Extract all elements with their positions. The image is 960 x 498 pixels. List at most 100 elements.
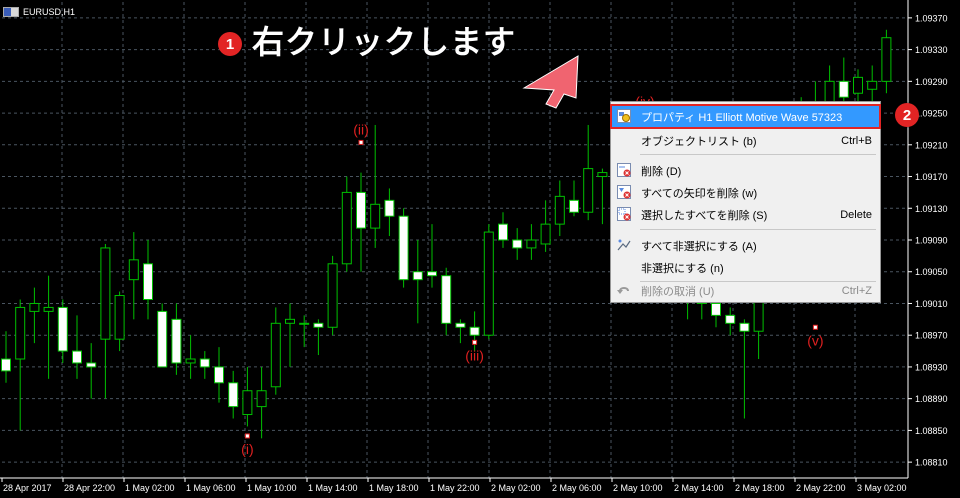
delete-selected-icon bbox=[617, 207, 631, 221]
y-tick-label: 1.08810 bbox=[915, 458, 948, 468]
candle bbox=[554, 195, 565, 225]
candle bbox=[441, 275, 452, 324]
y-tick-label: 1.08970 bbox=[915, 331, 948, 341]
candle bbox=[185, 358, 196, 364]
candle bbox=[15, 306, 26, 360]
menu-item-delete[interactable]: 削除 (D) bbox=[612, 160, 879, 181]
candle bbox=[370, 203, 381, 229]
candle bbox=[72, 350, 82, 364]
candle bbox=[526, 239, 537, 249]
candle bbox=[157, 310, 168, 368]
menu-separator bbox=[640, 229, 876, 230]
step-1-instruction: 右クリックします bbox=[252, 24, 517, 60]
candle bbox=[483, 231, 494, 336]
candle bbox=[256, 390, 267, 408]
pointer-arrow-icon bbox=[522, 55, 579, 109]
chart-window[interactable]: 1.09370 1.09330 1.09290 1.09250 1.09210 1.091… bbox=[0, 0, 960, 498]
symbol-flag-icon bbox=[3, 7, 19, 17]
candle bbox=[171, 318, 182, 364]
candle bbox=[327, 263, 338, 328]
candle bbox=[356, 191, 366, 229]
properties-icon bbox=[617, 109, 631, 123]
candle bbox=[412, 271, 423, 281]
menu-item-object-list-shortcut: Ctrl+B bbox=[841, 134, 872, 147]
candle bbox=[341, 191, 352, 265]
candle bbox=[114, 295, 125, 340]
wave-point bbox=[244, 433, 250, 439]
menu-item-delete-label: 削除 (D) bbox=[641, 165, 682, 178]
x-tick-label: 1 May 14:00 bbox=[308, 483, 358, 493]
candle bbox=[725, 314, 736, 324]
candle bbox=[597, 172, 608, 178]
y-tick-label: 1.09010 bbox=[915, 299, 948, 309]
menu-item-delete-selected[interactable]: 選択したすべてを削除 (S) Delete bbox=[612, 204, 879, 225]
y-tick-label: 1.09130 bbox=[915, 204, 948, 214]
menu-item-object-list[interactable]: オブジェクトリスト (b) Ctrl+B bbox=[612, 130, 879, 151]
candle bbox=[199, 358, 210, 368]
candle bbox=[838, 80, 849, 98]
x-tick-label: 2 May 10:00 bbox=[613, 483, 663, 493]
candle bbox=[228, 382, 239, 408]
step-2-number: 2 bbox=[902, 106, 912, 124]
menu-item-unselect[interactable]: 非選択にする (n) bbox=[612, 257, 879, 278]
menu-item-delete-arrows[interactable]: すべての矢印を削除 (w) bbox=[612, 182, 879, 203]
candle bbox=[242, 390, 253, 416]
candle bbox=[498, 223, 508, 241]
wave-label: (i) bbox=[241, 441, 253, 457]
candle bbox=[313, 322, 324, 328]
menu-item-object-list-label: オブジェクトリスト (b) bbox=[641, 135, 757, 148]
candle bbox=[711, 302, 721, 316]
undo-icon bbox=[617, 283, 631, 297]
candle bbox=[100, 247, 111, 340]
wave-label: (ii) bbox=[353, 121, 369, 137]
x-tick-label: 28 Apr 22:00 bbox=[64, 483, 115, 493]
x-tick-label: 1 May 02:00 bbox=[125, 483, 175, 493]
candle bbox=[739, 322, 750, 332]
candle bbox=[214, 366, 224, 384]
wave-label: (iii) bbox=[465, 347, 484, 363]
candle bbox=[285, 318, 295, 324]
candle bbox=[512, 239, 523, 249]
menu-item-unselect-all[interactable]: すべて非選択にする (A) bbox=[612, 235, 879, 256]
y-tick-label: 1.09090 bbox=[915, 236, 948, 246]
candle bbox=[469, 326, 480, 336]
wave-label: (v) bbox=[807, 332, 823, 348]
x-tick-label: 3 May 02:00 bbox=[857, 483, 907, 493]
candle bbox=[43, 306, 54, 312]
unselect-icon bbox=[617, 238, 631, 252]
candle bbox=[867, 80, 878, 90]
x-tick-label: 1 May 22:00 bbox=[430, 483, 480, 493]
symbol-title-text: EURUSD,H1 bbox=[23, 7, 76, 17]
delete-icon bbox=[617, 163, 631, 177]
x-tick-label: 2 May 14:00 bbox=[674, 483, 724, 493]
candle bbox=[455, 322, 466, 328]
menu-item-unselect-label: 非選択にする (n) bbox=[641, 262, 724, 275]
menu-item-delete-selected-label: 選択したすべてを削除 (S) bbox=[641, 209, 768, 222]
candle bbox=[853, 76, 863, 94]
candle bbox=[86, 362, 97, 368]
candle bbox=[29, 302, 40, 312]
y-tick-label: 1.08850 bbox=[915, 426, 948, 436]
candle bbox=[128, 259, 139, 281]
x-tick-label: 1 May 18:00 bbox=[369, 483, 419, 493]
candle bbox=[143, 263, 153, 300]
x-tick-label: 2 May 22:00 bbox=[796, 483, 846, 493]
candle bbox=[583, 168, 594, 213]
menu-item-undo-delete-shortcut: Ctrl+Z bbox=[841, 284, 872, 297]
y-tick-label: 1.09330 bbox=[915, 45, 948, 55]
symbol-title: EURUSD,H1 bbox=[3, 5, 75, 19]
menu-item-properties-label: プロパティ H1 Elliott Motive Wave 57323 bbox=[641, 111, 843, 124]
y-tick-label: 1.08890 bbox=[915, 394, 948, 404]
step-1-number: 1 bbox=[225, 35, 235, 53]
menu-item-delete-arrows-label: すべての矢印を削除 (w) bbox=[641, 187, 758, 200]
x-tick-label: 1 May 10:00 bbox=[247, 483, 297, 493]
step-1-badge: 1 bbox=[218, 32, 242, 56]
candle bbox=[398, 215, 409, 281]
step-2-badge: 2 bbox=[895, 103, 919, 127]
candle bbox=[427, 271, 437, 277]
wave-point bbox=[472, 339, 478, 345]
menu-item-undo-delete[interactable]: 削除の取消 (U) Ctrl+Z bbox=[612, 280, 879, 301]
menu-item-properties[interactable]: プロパティ H1 Elliott Motive Wave 57323 bbox=[610, 104, 881, 129]
candle bbox=[270, 322, 281, 388]
candle bbox=[299, 322, 310, 325]
